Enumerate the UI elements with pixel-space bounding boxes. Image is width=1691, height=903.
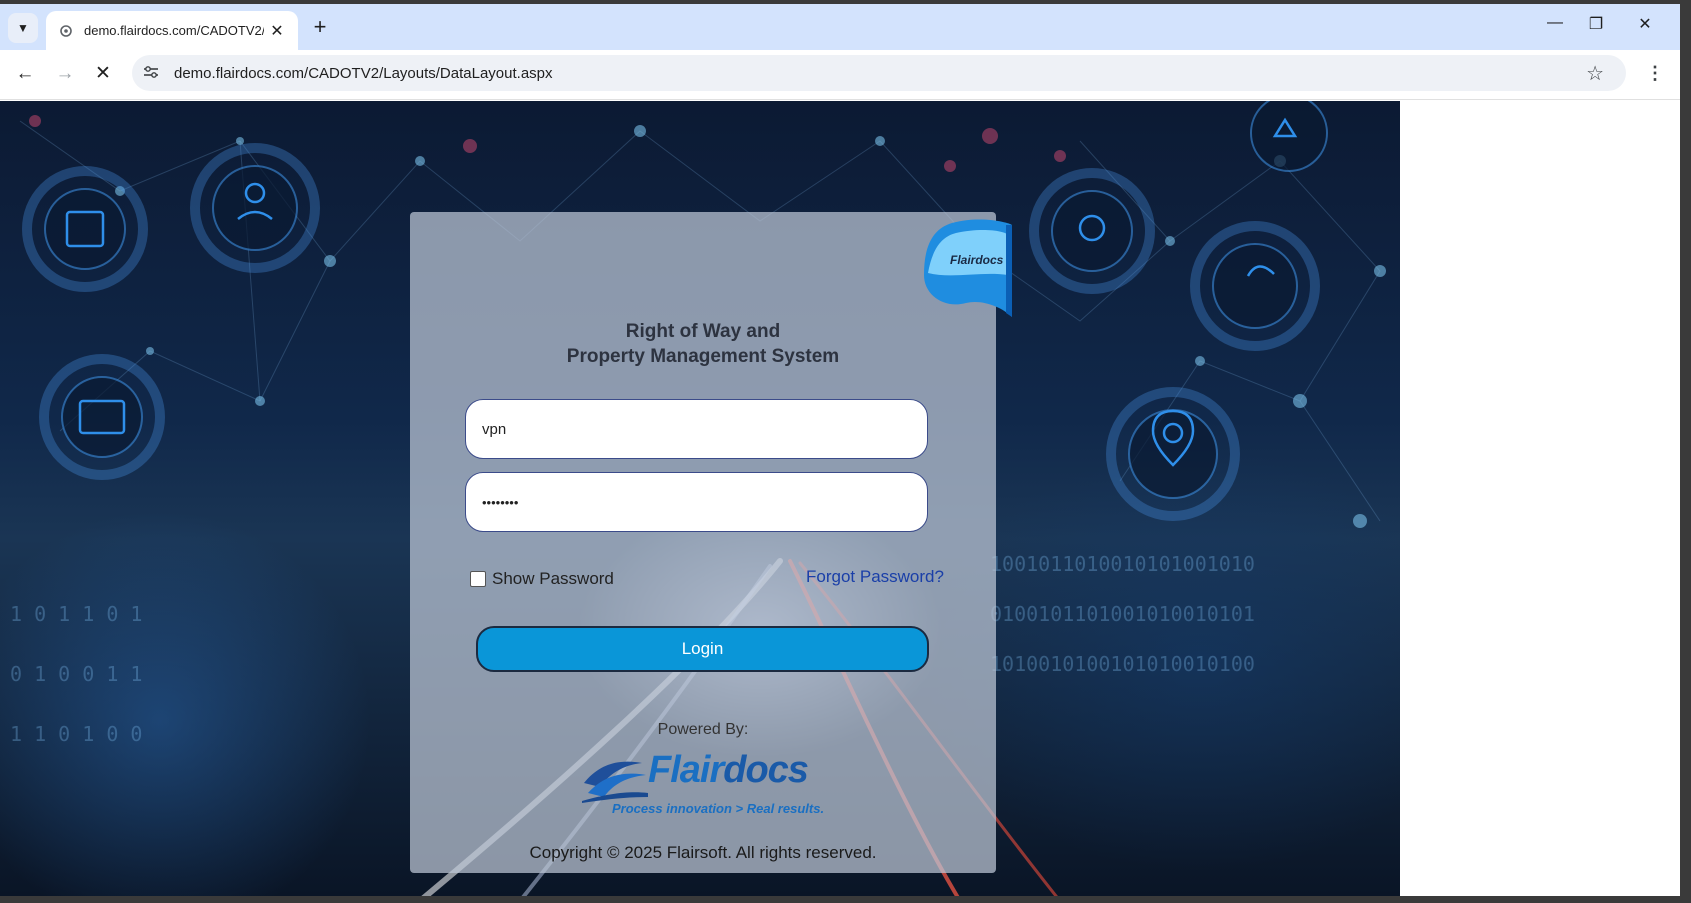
password-field[interactable]: •••••••• — [465, 472, 928, 532]
svg-text:1 1 0 1 0 0: 1 1 0 1 0 0 — [10, 722, 142, 746]
page-title: Right of Way and Property Management Sys… — [410, 319, 996, 369]
svg-text:0100101101001010010101: 0100101101001010010101 — [990, 602, 1255, 626]
username-field[interactable]: vpn — [465, 399, 928, 459]
chevron-down-icon: ▼ — [17, 21, 29, 35]
site-info-icon[interactable] — [140, 65, 162, 82]
page-viewport: 1001011010010101001010 01001011010010100… — [0, 101, 1680, 896]
svg-text:1 0 1 1 0 1: 1 0 1 1 0 1 — [10, 602, 142, 626]
back-icon[interactable]: ← — [12, 61, 38, 87]
star-icon[interactable]: ☆ — [1586, 61, 1604, 86]
svg-text:0 1 0 0 1 1: 0 1 0 0 1 1 — [10, 662, 142, 686]
show-password-label: Show Password — [492, 569, 614, 588]
logo-tagline: Process innovation > Real results. — [612, 801, 825, 816]
title-line-2: Property Management System — [566, 346, 840, 367]
show-password-toggle[interactable]: Show Password — [470, 569, 614, 589]
minimize-icon[interactable]: — — [1543, 14, 1567, 32]
tab-search-button[interactable]: ▼ — [8, 13, 38, 43]
browser-window: ▼ demo.flairdocs.com/CADOTV2/ ✕ + — ❐ ✕ … — [0, 4, 1680, 896]
favicon-icon — [58, 23, 74, 39]
tab-strip: ▼ demo.flairdocs.com/CADOTV2/ ✕ + — ❐ ✕ — [0, 4, 1680, 50]
tab-title: demo.flairdocs.com/CADOTV2/ — [84, 23, 264, 38]
flairdocs-wave-icon — [582, 761, 648, 803]
browser-tab[interactable]: demo.flairdocs.com/CADOTV2/ ✕ — [46, 11, 298, 50]
svg-text:1010010100101010010100: 1010010100101010010100 — [990, 652, 1255, 676]
more-icon[interactable]: ⋮ — [1645, 63, 1665, 83]
restore-icon[interactable]: ❐ — [1584, 14, 1608, 34]
copyright-text: Copyright © 2025 Flairsoft. All rights r… — [529, 843, 877, 862]
forgot-password-link[interactable]: Forgot Password? — [806, 567, 944, 587]
logo-wordmark-docs: docs — [723, 749, 809, 791]
address-bar[interactable]: demo.flairdocs.com/CADOTV2/Layouts/DataL… — [132, 55, 1626, 91]
login-button[interactable]: Login — [476, 626, 929, 672]
logo-wordmark-flair: Flair — [648, 749, 724, 791]
url-text: demo.flairdocs.com/CADOTV2/Layouts/DataL… — [174, 64, 553, 82]
browser-toolbar: ← → ✕ demo.flairdocs.com/CADOTV2/Layouts… — [0, 50, 1680, 100]
forward-icon[interactable]: → — [52, 61, 78, 87]
plus-icon[interactable]: + — [308, 15, 332, 39]
badge-text: Flairdocs — [950, 253, 1004, 267]
close-icon[interactable]: ✕ — [268, 21, 286, 41]
stop-icon[interactable]: ✕ — [90, 61, 116, 87]
title-line-1: Right of Way and — [625, 321, 781, 342]
powered-by-label: Powered By: — [657, 721, 749, 738]
svg-text:1001011010010101001010: 1001011010010101001010 — [990, 552, 1255, 576]
show-password-checkbox[interactable] — [470, 571, 486, 587]
window-close-icon[interactable]: ✕ — [1633, 14, 1657, 34]
flairdocs-badge: Flairdocs — [922, 217, 1014, 321]
logo-wordmark: Flairdocs — [648, 749, 809, 792]
